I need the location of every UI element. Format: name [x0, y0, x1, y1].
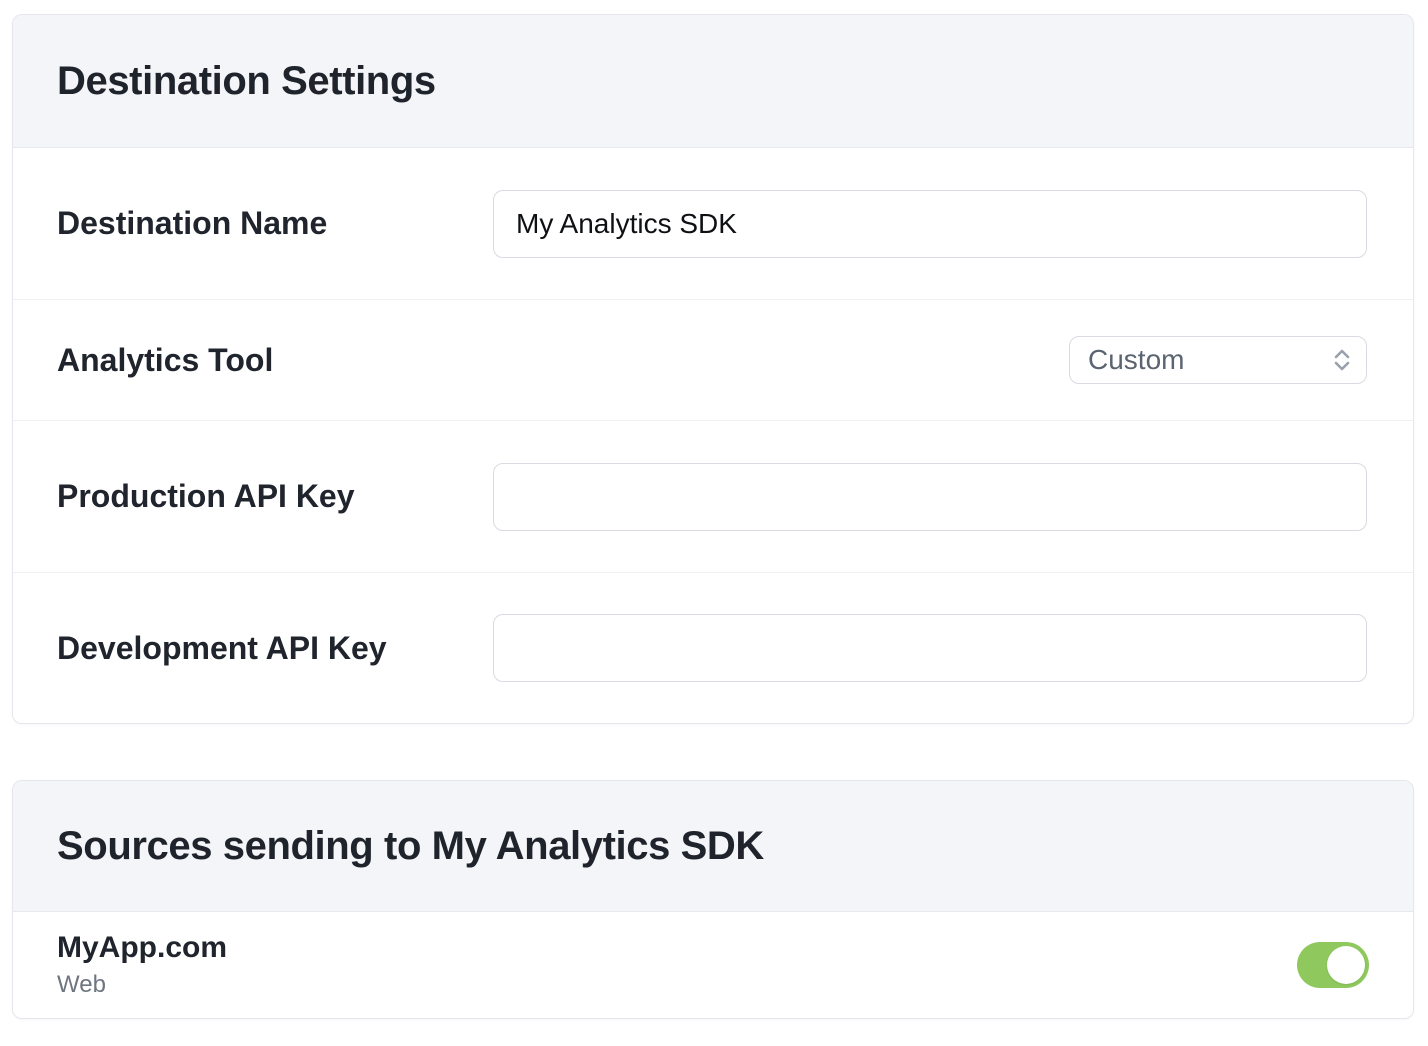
destination-settings-title: Destination Settings [57, 59, 436, 104]
analytics-tool-control: Custom [493, 336, 1367, 384]
destination-settings-header: Destination Settings [13, 15, 1413, 148]
chevron-up-down-icon [1332, 346, 1352, 374]
destination-name-input[interactable] [493, 190, 1367, 258]
source-type: Web [57, 971, 227, 999]
destination-name-label: Destination Name [57, 205, 493, 242]
production-api-key-input[interactable] [493, 463, 1367, 531]
development-api-key-control [493, 614, 1367, 682]
analytics-tool-select[interactable]: Custom [1069, 336, 1367, 384]
form-row-analytics-tool: Analytics Tool Custom [13, 300, 1413, 421]
source-info: MyApp.com Web [57, 931, 227, 998]
destination-settings-card: Destination Settings Destination Name An… [12, 14, 1414, 724]
form-row-production-api-key: Production API Key [13, 421, 1413, 573]
sources-card: Sources sending to My Analytics SDK MyAp… [12, 780, 1414, 1019]
source-row-myapp: MyApp.com Web [13, 912, 1413, 1018]
development-api-key-input[interactable] [493, 614, 1367, 682]
production-api-key-label: Production API Key [57, 478, 493, 515]
form-row-development-api-key: Development API Key [13, 573, 1413, 723]
development-api-key-label: Development API Key [57, 630, 493, 667]
source-enabled-toggle[interactable] [1297, 942, 1369, 988]
production-api-key-control [493, 463, 1367, 531]
analytics-tool-selected-value: Custom [1088, 344, 1184, 376]
analytics-tool-label: Analytics Tool [57, 342, 493, 379]
destination-name-control [493, 190, 1367, 258]
form-row-destination-name: Destination Name [13, 148, 1413, 300]
toggle-knob [1327, 946, 1365, 984]
source-name: MyApp.com [57, 931, 227, 966]
sources-title: Sources sending to My Analytics SDK [57, 824, 764, 869]
sources-header: Sources sending to My Analytics SDK [13, 781, 1413, 912]
